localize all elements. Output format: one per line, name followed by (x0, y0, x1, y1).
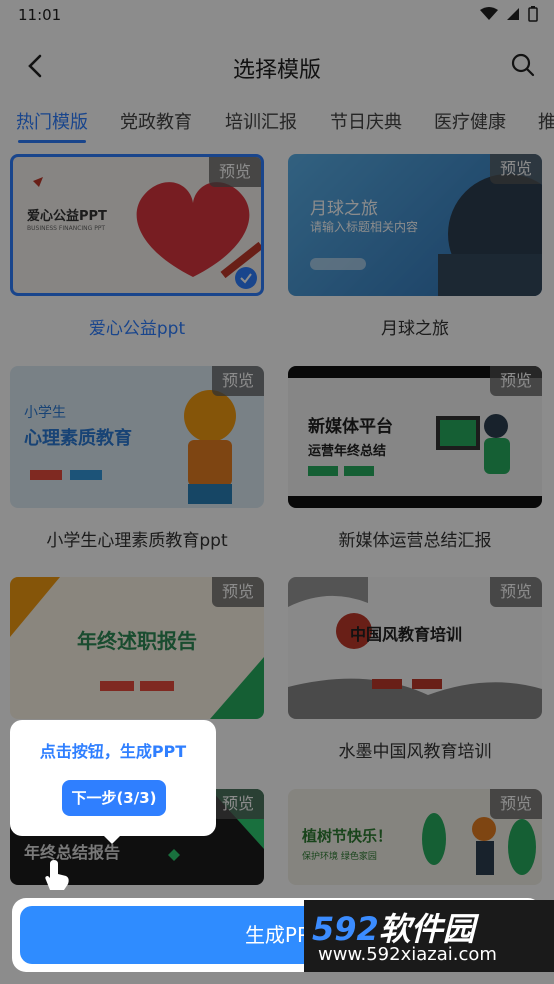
template-card[interactable]: 新媒体平台 运营年终总结 预览 (288, 366, 542, 508)
search-button[interactable] (510, 52, 536, 78)
tab-more[interactable]: 推 (538, 108, 554, 134)
status-time: 11:01 (18, 6, 62, 24)
template-card[interactable]: 月球之旅 请输入标题相关内容 预览 (288, 154, 542, 296)
preview-tag[interactable]: 预览 (490, 154, 542, 184)
template-title[interactable]: 新媒体运营总结汇报 (288, 526, 542, 551)
tooltip-text: 点击按钮，生成PPT (39, 742, 187, 761)
signal-icon (507, 8, 519, 20)
search-icon (511, 53, 535, 77)
thumb-subtitle: BUSINESS FINANCING PPT (27, 225, 106, 232)
template-card[interactable]: 年终述职报告 预览 (10, 577, 264, 719)
preview-tag[interactable]: 预览 (490, 366, 542, 396)
thumb-title: 月球之旅 (310, 199, 378, 219)
template-title[interactable]: 爱心公益ppt (10, 314, 264, 339)
tab-medical-health[interactable]: 医疗健康 (434, 108, 506, 134)
template-card[interactable]: 小学生 心理素质教育 预览 (10, 366, 264, 508)
thumb-title: 年终述职报告 (77, 629, 197, 653)
template-title[interactable]: 月球之旅 (288, 314, 542, 339)
status-bar: 11:01 (0, 0, 554, 34)
thumb-title: 爱心公益PPT (27, 209, 107, 224)
template-card[interactable]: 植树节快乐！ 保护环境 绿色家园 预览 (288, 789, 542, 885)
template-card[interactable]: 爱心公益PPT BUSINESS FINANCING PPT 预览 (10, 154, 264, 296)
thumb-subtitle: 请输入标题相关内容 (310, 220, 419, 234)
guide-tooltip: 点击按钮，生成PPT 下一步(3/3) (10, 720, 216, 836)
tab-hot[interactable]: 热门模版 (16, 108, 88, 134)
preview-tag[interactable]: 预览 (490, 789, 542, 819)
preview-tag[interactable]: 预览 (209, 157, 261, 187)
thumb-subtitle: 运营年终总结 (308, 444, 387, 459)
watermark-url: www.592xiazai.com (318, 944, 497, 965)
tooltip-arrow (104, 836, 120, 844)
top-bar: 选择模版 (0, 34, 554, 98)
category-tabs: 热门模版 党政教育 培训汇报 节日庆典 医疗健康 推 (0, 104, 554, 144)
thumb-subtitle: 保护环境 绿色家园 (302, 852, 377, 862)
status-icons (480, 6, 538, 22)
thumb-subtitle: 心理素质教育 (24, 428, 132, 449)
tab-party-education[interactable]: 党政教育 (120, 108, 192, 134)
preview-tag[interactable]: 预览 (212, 366, 264, 396)
thumb-title: 新媒体平台 (308, 417, 393, 437)
thumb-title: 中国风教育培训 (350, 625, 463, 644)
thumb-title: 小学生 (24, 405, 66, 421)
next-step-button[interactable]: 下一步(3/3) (62, 780, 166, 816)
preview-tag[interactable]: 预览 (212, 577, 264, 607)
tab-training-report[interactable]: 培训汇报 (225, 108, 297, 134)
template-title[interactable]: 水墨中国风教育培训 (288, 737, 542, 762)
preview-tag[interactable]: 预览 (490, 577, 542, 607)
hand-pointer-icon (45, 860, 69, 890)
battery-icon (528, 6, 538, 22)
page-title: 选择模版 (232, 58, 321, 83)
preview-tag[interactable]: 预览 (212, 789, 264, 819)
thumb-title: 植树节快乐！ (302, 827, 393, 845)
wifi-icon (480, 7, 498, 20)
tab-underline (18, 140, 86, 143)
tab-festival[interactable]: 节日庆典 (330, 108, 402, 134)
template-title[interactable]: 小学生心理素质教育ppt (10, 526, 264, 551)
selected-check-icon (235, 267, 257, 289)
template-card[interactable]: 中国风教育培训 预览 (288, 577, 542, 719)
watermark: 592软件园 www.592xiazai.com (304, 900, 554, 972)
